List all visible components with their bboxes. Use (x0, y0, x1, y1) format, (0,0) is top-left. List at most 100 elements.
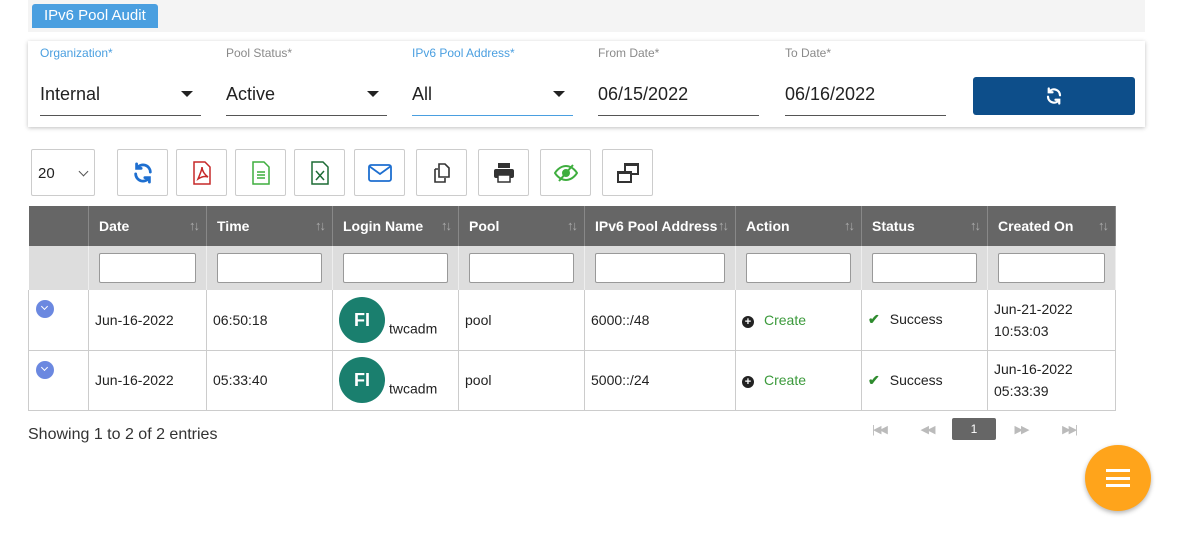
cell-pool: pool (458, 290, 585, 351)
caret-down-icon (181, 91, 193, 97)
next-page-icon[interactable]: ▶▶ (1008, 418, 1034, 440)
cell-date: Jun-16-2022 (88, 350, 207, 411)
organization-select[interactable]: Organization* Internal (40, 41, 201, 127)
first-page-icon[interactable]: |◀◀ (866, 418, 892, 440)
cell-time: 05:33:40 (206, 350, 333, 411)
check-icon: ✔ (868, 311, 880, 328)
col-pool-address[interactable]: IPv6 Pool Address ↑↓ (584, 206, 736, 246)
copy-button[interactable] (416, 149, 467, 196)
sort-icon: ↑↓ (1098, 218, 1109, 233)
title-strip (28, 0, 1145, 32)
avatar: FI (339, 296, 385, 343)
cell-status: ✔ Success (861, 290, 988, 351)
to-date-field[interactable]: To Date* 06/16/2022 (785, 41, 946, 127)
page-title: IPv6 Pool Audit (32, 4, 158, 28)
to-date-value: 06/16/2022 (785, 84, 876, 104)
plus-circle-icon: + (742, 315, 754, 328)
cell-address: 6000::/48 (584, 290, 736, 351)
table-info: Showing 1 to 2 of 2 entries (28, 426, 218, 443)
apply-refresh-button[interactable] (973, 77, 1135, 115)
restore-icon (616, 162, 639, 183)
sort-icon: ↑↓ (844, 218, 855, 233)
from-date-value: 06/15/2022 (598, 84, 689, 104)
last-page-icon[interactable]: ▶▶| (1056, 418, 1082, 440)
from-date-label: From Date* (598, 46, 660, 60)
export-excel-button[interactable] (294, 149, 345, 196)
audit-table: Date ↑↓ Time ↑↓ Login Name ↑↓ Pool ↑↓ IPv6 P… (28, 206, 1116, 411)
filter-login-input[interactable] (343, 253, 448, 283)
cell-time: 06:50:18 (206, 290, 333, 351)
sort-icon: ↑↓ (567, 218, 578, 233)
cell-login: FI twcadm (332, 350, 459, 411)
print-icon (493, 162, 514, 183)
cell-created-on: Jun-21-2022 10:53:03 (987, 290, 1116, 351)
mail-icon (367, 163, 392, 182)
cell-action: + Create (735, 350, 862, 411)
pool-address-select[interactable]: IPv6 Pool Address* All (412, 41, 573, 127)
col-action[interactable]: Action ↑↓ (735, 206, 862, 246)
pool-status-value: Active (226, 84, 276, 104)
chevron-down-icon (78, 166, 89, 177)
cell-action: + Create (735, 290, 862, 351)
page-size-select[interactable]: 20 (31, 149, 95, 196)
sort-icon: ↑↓ (315, 218, 326, 233)
filter-time-input[interactable] (217, 253, 322, 283)
col-status[interactable]: Status ↑↓ (861, 206, 988, 246)
sort-icon: ↑↓ (189, 218, 200, 233)
filter-card: Organization* Internal Pool Status* Acti… (28, 41, 1145, 127)
organization-label: Organization* (40, 46, 113, 60)
to-date-label: To Date* (785, 46, 832, 60)
col-expand (28, 206, 89, 246)
filter-created-input[interactable] (998, 253, 1105, 283)
check-icon: ✔ (868, 371, 880, 388)
cell-pool: pool (458, 350, 585, 411)
expand-row-icon[interactable] (36, 360, 54, 379)
eye-slash-icon (553, 163, 578, 182)
email-button[interactable] (354, 149, 405, 196)
pool-status-label: Pool Status* (226, 46, 293, 60)
page-size-value: 20 (38, 165, 55, 182)
cell-date: Jun-16-2022 (88, 290, 207, 351)
current-page-button[interactable]: 1 (952, 418, 996, 440)
col-time[interactable]: Time ↑↓ (206, 206, 333, 246)
hamburger-icon (1106, 469, 1130, 487)
table-row: Jun-16-2022 06:50:18 FI twcadm pool 6000:… (28, 290, 1116, 351)
restore-button[interactable] (602, 149, 653, 196)
column-visibility-button[interactable] (540, 149, 591, 196)
col-pool[interactable]: Pool ↑↓ (458, 206, 585, 246)
col-created-on[interactable]: Created On ↑↓ (987, 206, 1116, 246)
print-button[interactable] (478, 149, 529, 196)
caret-down-icon (553, 91, 565, 97)
col-date[interactable]: Date ↑↓ (88, 206, 207, 246)
pool-status-select[interactable]: Pool Status* Active (226, 41, 387, 127)
cell-created-on: Jun-16-2022 05:33:39 (987, 350, 1116, 411)
filter-pool-input[interactable] (469, 253, 574, 283)
filter-status-input[interactable] (872, 253, 977, 283)
col-login-name[interactable]: Login Name ↑↓ (332, 206, 459, 246)
filter-action-input[interactable] (746, 253, 851, 283)
excel-icon (310, 160, 329, 185)
filter-address-input[interactable] (595, 253, 725, 283)
organization-value: Internal (40, 84, 101, 104)
sort-icon: ↑↓ (970, 218, 981, 233)
export-pdf-button[interactable] (176, 149, 227, 196)
prev-page-icon[interactable]: ◀◀ (914, 418, 940, 440)
from-date-field[interactable]: From Date* 06/15/2022 (598, 41, 759, 127)
export-csv-button[interactable] (235, 149, 286, 196)
filter-date-input[interactable] (99, 253, 196, 283)
plus-circle-icon: + (742, 376, 754, 388)
cell-status: ✔ Success (861, 350, 988, 411)
pool-address-value: All (412, 84, 433, 104)
sort-icon: ↑↓ (441, 218, 452, 233)
refresh-button[interactable] (117, 149, 168, 196)
sort-icon: ↑↓ (718, 218, 729, 233)
copy-icon (433, 162, 450, 183)
refresh-icon (133, 161, 152, 184)
pdf-icon (192, 160, 211, 185)
avatar: FI (339, 357, 385, 403)
cell-address: 5000::/24 (584, 350, 736, 411)
expand-row-icon[interactable] (36, 300, 54, 318)
menu-fab-button[interactable] (1085, 445, 1151, 511)
caret-down-icon (367, 91, 379, 97)
csv-icon (251, 160, 270, 185)
